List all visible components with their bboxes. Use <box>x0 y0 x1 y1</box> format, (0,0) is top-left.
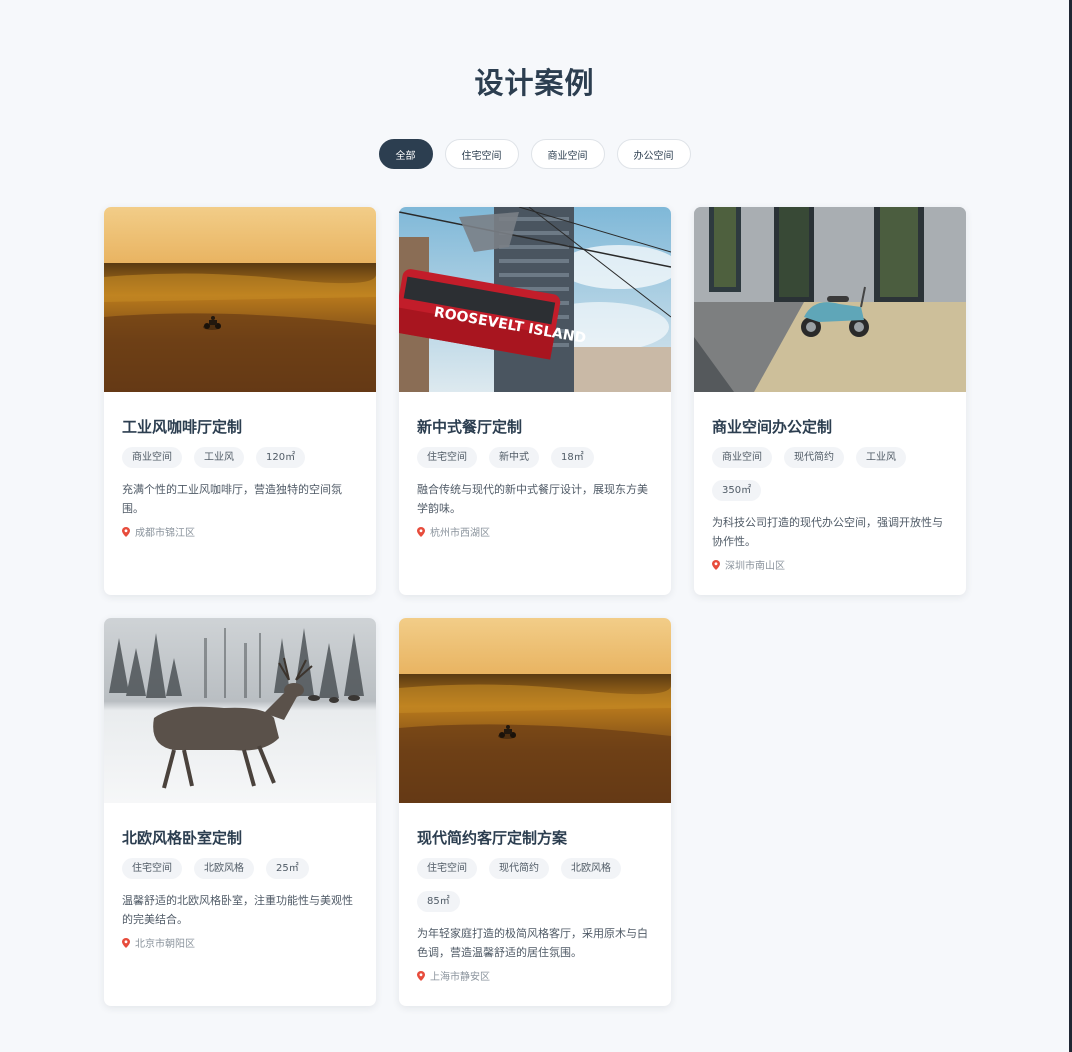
location-pin-icon <box>417 526 425 537</box>
desert-rider-photo <box>399 618 671 803</box>
case-description: 融合传统与现代的新中式餐厅设计，展现东方美学韵味。 <box>417 483 648 515</box>
tag-list: 商业空间 现代简约 工业风 350㎡ <box>712 447 948 501</box>
tag-list: 住宅空间 现代简约 北欧风格 85㎡ <box>417 858 653 912</box>
location-text: 上海市静安区 <box>430 972 490 983</box>
roosevelt-island-tram-photo: ROOSEVELT ISLAND <box>399 207 671 392</box>
case-title: 现代简约客厅定制方案 <box>417 829 568 847</box>
tag: 新中式 <box>489 447 539 468</box>
tag: 住宅空间 <box>417 858 477 879</box>
location-text: 杭州市西湖区 <box>430 528 490 539</box>
tag: 25㎡ <box>266 858 309 879</box>
location-pin-icon <box>122 526 130 537</box>
location-pin-icon <box>417 970 425 981</box>
page-title: 设计案例 <box>474 66 595 100</box>
filter-all-button[interactable]: 全部 <box>378 139 433 169</box>
filter-residential-button[interactable]: 住宅空间 <box>444 139 519 169</box>
case-description: 为年轻家庭打造的极简风格客厅，采用原木与白色调，营造温馨舒适的居住氛围。 <box>417 927 648 959</box>
filter-office-button[interactable]: 办公空间 <box>616 139 691 169</box>
tag-list: 住宅空间 新中式 18㎡ <box>417 447 653 468</box>
tag-list: 住宅空间 北欧风格 25㎡ <box>122 858 358 879</box>
tag: 工业风 <box>194 447 244 468</box>
tag: 85㎡ <box>417 891 460 912</box>
tag: 350㎡ <box>712 480 762 501</box>
case-location: 北京市朝阳区 <box>122 935 358 950</box>
case-location: 深圳市南山区 <box>712 557 948 572</box>
case-card[interactable]: 商业空间办公定制 商业空间 现代简约 工业风 350㎡ 为科技公司打造的现代办公… <box>694 207 966 595</box>
tag: 商业空间 <box>712 447 772 468</box>
case-card[interactable]: 工业风咖啡厅定制 商业空间 工业风 120㎡ 充满个性的工业风咖啡厅，营造独特的… <box>104 207 376 595</box>
case-card[interactable]: 现代简约客厅定制方案 住宅空间 现代简约 北欧风格 85㎡ 为年轻家庭打造的极简… <box>399 618 671 1006</box>
tag: 住宅空间 <box>417 447 477 468</box>
tag: 住宅空间 <box>122 858 182 879</box>
filter-commercial-button[interactable]: 商业空间 <box>530 139 605 169</box>
filter-bar: 全部 住宅空间 商业空间 办公空间 <box>0 139 1069 169</box>
tag: 120㎡ <box>256 447 306 468</box>
case-location: 成都市锦江区 <box>122 524 358 539</box>
case-description: 充满个性的工业风咖啡厅，营造独特的空间氛围。 <box>122 483 342 515</box>
tag-list: 商业空间 工业风 120㎡ <box>122 447 358 468</box>
case-description: 温馨舒适的北欧风格卧室，注重功能性与美观性的完美结合。 <box>122 894 353 926</box>
case-location: 上海市静安区 <box>417 968 653 983</box>
tag: 商业空间 <box>122 447 182 468</box>
location-text: 北京市朝阳区 <box>135 939 195 950</box>
tag: 北欧风格 <box>194 858 254 879</box>
case-description: 为科技公司打造的现代办公空间，强调开放性与协作性。 <box>712 516 943 548</box>
location-pin-icon <box>712 559 720 570</box>
tag: 现代简约 <box>489 858 549 879</box>
location-text: 深圳市南山区 <box>725 561 785 572</box>
case-card[interactable]: 北欧风格卧室定制 住宅空间 北欧风格 25㎡ 温馨舒适的北欧风格卧室，注重功能性… <box>104 618 376 1006</box>
case-title: 工业风咖啡厅定制 <box>122 418 243 436</box>
tag: 工业风 <box>856 447 906 468</box>
desert-rider-photo <box>104 207 376 392</box>
tag: 北欧风格 <box>561 858 621 879</box>
location-text: 成都市锦江区 <box>135 528 195 539</box>
case-title: 北欧风格卧室定制 <box>122 829 243 847</box>
location-pin-icon <box>122 937 130 948</box>
case-card[interactable]: ROOSEVELT ISLAND 新中式餐厅定制 住宅空间 新中式 18㎡ 融合… <box>399 207 671 595</box>
case-location: 杭州市西湖区 <box>417 524 653 539</box>
deer-snow-photo <box>104 618 376 803</box>
tag: 现代简约 <box>784 447 844 468</box>
case-title: 商业空间办公定制 <box>712 418 833 436</box>
tag: 18㎡ <box>551 447 594 468</box>
case-title: 新中式餐厅定制 <box>417 418 523 436</box>
scooter-building-photo <box>694 207 966 392</box>
